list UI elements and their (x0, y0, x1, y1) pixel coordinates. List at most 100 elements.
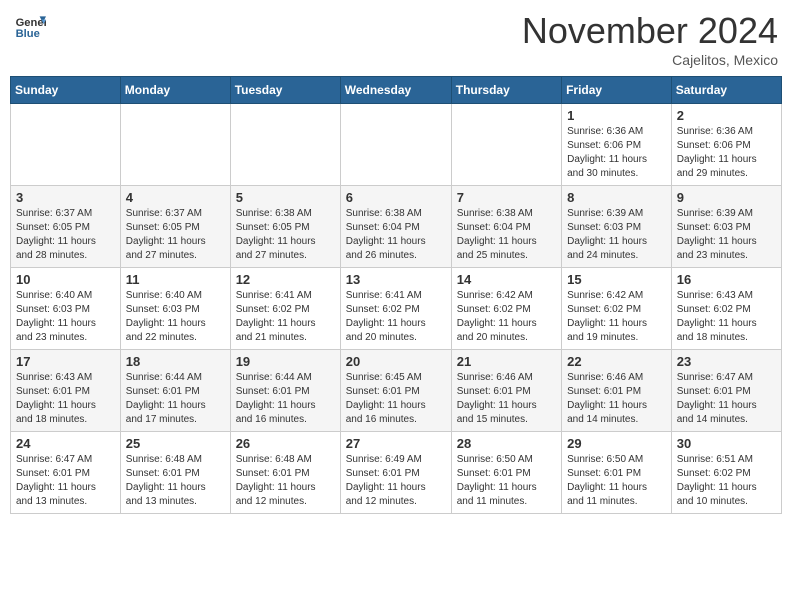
calendar-cell: 29 Sunrise: 6:50 AM Sunset: 6:01 PM Dayli… (562, 432, 672, 514)
day-number: 10 (16, 272, 115, 287)
weekday-header-sunday: Sunday (11, 77, 121, 104)
day-number: 19 (236, 354, 335, 369)
calendar-cell: 15 Sunrise: 6:42 AM Sunset: 6:02 PM Dayli… (562, 268, 672, 350)
day-info: Sunrise: 6:49 AM Sunset: 6:01 PM Dayligh… (346, 453, 446, 509)
day-number: 20 (346, 354, 446, 369)
calendar-cell: 9 Sunrise: 6:39 AM Sunset: 6:03 PM Daylig… (671, 186, 781, 268)
day-number: 14 (457, 272, 556, 287)
calendar-cell (340, 104, 451, 186)
day-info: Sunrise: 6:39 AM Sunset: 6:03 PM Dayligh… (677, 207, 776, 263)
day-info: Sunrise: 6:36 AM Sunset: 6:06 PM Dayligh… (567, 125, 666, 181)
calendar-cell: 8 Sunrise: 6:39 AM Sunset: 6:03 PM Daylig… (562, 186, 672, 268)
calendar-cell: 11 Sunrise: 6:40 AM Sunset: 6:03 PM Dayli… (120, 268, 230, 350)
logo: General Blue (14, 10, 50, 42)
day-info: Sunrise: 6:46 AM Sunset: 6:01 PM Dayligh… (457, 371, 556, 427)
day-number: 1 (567, 108, 666, 123)
calendar-cell (451, 104, 561, 186)
day-number: 15 (567, 272, 666, 287)
day-number: 29 (567, 436, 666, 451)
calendar-cell: 25Sunrise: 6:48 AM Sunset: 6:01 PM Dayli… (120, 432, 230, 514)
day-info: Sunrise: 6:41 AM Sunset: 6:02 PM Dayligh… (346, 289, 446, 345)
day-info: Sunrise: 6:44 AM Sunset: 6:01 PM Dayligh… (126, 371, 225, 427)
weekday-header-tuesday: Tuesday (230, 77, 340, 104)
calendar-cell: 2 Sunrise: 6:36 AM Sunset: 6:06 PM Daylig… (671, 104, 781, 186)
month-title: November 2024 (522, 10, 778, 52)
day-number: 30 (677, 436, 776, 451)
day-number: 12 (236, 272, 335, 287)
day-number: 27 (346, 436, 446, 451)
page-header: General Blue November 2024 Cajelitos, Me… (10, 10, 782, 68)
day-number: 9 (677, 190, 776, 205)
calendar-cell: 27 Sunrise: 6:49 AM Sunset: 6:01 PM Dayli… (340, 432, 451, 514)
day-info: Sunrise: 6:48 AM Sunset: 6:01 PM Dayligh… (236, 453, 335, 509)
day-info: Sunrise: 6:51 AM Sunset: 6:02 PM Dayligh… (677, 453, 776, 509)
day-info: Sunrise: 6:43 AM Sunset: 6:01 PM Dayligh… (16, 371, 115, 427)
calendar-cell: 24 Sunrise: 6:47 AM Sunset: 6:01 PM Dayli… (11, 432, 121, 514)
day-number: 17 (16, 354, 115, 369)
week-row-4: 17 Sunrise: 6:43 AM Sunset: 6:01 PM Dayli… (11, 350, 782, 432)
calendar-cell: 22Sunrise: 6:46 AM Sunset: 6:01 PM Dayli… (562, 350, 672, 432)
day-number: 26 (236, 436, 335, 451)
week-row-1: 1 Sunrise: 6:36 AM Sunset: 6:06 PM Daylig… (11, 104, 782, 186)
day-info: Sunrise: 6:40 AM Sunset: 6:03 PM Dayligh… (126, 289, 225, 345)
weekday-header-monday: Monday (120, 77, 230, 104)
calendar-cell (120, 104, 230, 186)
calendar-cell: 6Sunrise: 6:38 AM Sunset: 6:04 PM Daylig… (340, 186, 451, 268)
day-info: Sunrise: 6:41 AM Sunset: 6:02 PM Dayligh… (236, 289, 335, 345)
week-row-3: 10 Sunrise: 6:40 AM Sunset: 6:03 PM Dayli… (11, 268, 782, 350)
day-info: Sunrise: 6:45 AM Sunset: 6:01 PM Dayligh… (346, 371, 446, 427)
day-number: 16 (677, 272, 776, 287)
calendar-cell: 7Sunrise: 6:38 AM Sunset: 6:04 PM Daylig… (451, 186, 561, 268)
weekday-header-wednesday: Wednesday (340, 77, 451, 104)
calendar-cell: 18 Sunrise: 6:44 AM Sunset: 6:01 PM Dayli… (120, 350, 230, 432)
day-number: 4 (126, 190, 225, 205)
day-info: Sunrise: 6:44 AM Sunset: 6:01 PM Dayligh… (236, 371, 335, 427)
calendar-cell: 30 Sunrise: 6:51 AM Sunset: 6:02 PM Dayli… (671, 432, 781, 514)
day-info: Sunrise: 6:38 AM Sunset: 6:05 PM Dayligh… (236, 207, 335, 263)
calendar-cell: 13 Sunrise: 6:41 AM Sunset: 6:02 PM Dayli… (340, 268, 451, 350)
day-info: Sunrise: 6:42 AM Sunset: 6:02 PM Dayligh… (567, 289, 666, 345)
day-number: 6 (346, 190, 446, 205)
calendar-cell: 20 Sunrise: 6:45 AM Sunset: 6:01 PM Dayli… (340, 350, 451, 432)
svg-text:Blue: Blue (16, 28, 40, 40)
weekday-header-row: SundayMondayTuesdayWednesdayThursdayFrid… (11, 77, 782, 104)
day-info: Sunrise: 6:50 AM Sunset: 6:01 PM Dayligh… (457, 453, 556, 509)
day-number: 13 (346, 272, 446, 287)
day-info: Sunrise: 6:50 AM Sunset: 6:01 PM Dayligh… (567, 453, 666, 509)
day-number: 3 (16, 190, 115, 205)
calendar-cell: 26 Sunrise: 6:48 AM Sunset: 6:01 PM Dayli… (230, 432, 340, 514)
weekday-header-friday: Friday (562, 77, 672, 104)
calendar-cell (230, 104, 340, 186)
calendar-cell: 19 Sunrise: 6:44 AM Sunset: 6:01 PM Dayli… (230, 350, 340, 432)
day-number: 24 (16, 436, 115, 451)
calendar-cell (11, 104, 121, 186)
day-info: Sunrise: 6:47 AM Sunset: 6:01 PM Dayligh… (677, 371, 776, 427)
day-number: 2 (677, 108, 776, 123)
day-info: Sunrise: 6:47 AM Sunset: 6:01 PM Dayligh… (16, 453, 115, 509)
day-number: 5 (236, 190, 335, 205)
day-info: Sunrise: 6:43 AM Sunset: 6:02 PM Dayligh… (677, 289, 776, 345)
logo-icon: General Blue (14, 10, 46, 42)
calendar-cell: 4 Sunrise: 6:37 AM Sunset: 6:05 PM Daylig… (120, 186, 230, 268)
title-block: November 2024 Cajelitos, Mexico (522, 10, 778, 68)
day-info: Sunrise: 6:42 AM Sunset: 6:02 PM Dayligh… (457, 289, 556, 345)
day-number: 18 (126, 354, 225, 369)
day-number: 8 (567, 190, 666, 205)
day-info: Sunrise: 6:39 AM Sunset: 6:03 PM Dayligh… (567, 207, 666, 263)
calendar-cell: 3 Sunrise: 6:37 AM Sunset: 6:05 PM Daylig… (11, 186, 121, 268)
day-info: Sunrise: 6:37 AM Sunset: 6:05 PM Dayligh… (16, 207, 115, 263)
calendar-cell: 5 Sunrise: 6:38 AM Sunset: 6:05 PM Daylig… (230, 186, 340, 268)
calendar-cell: 14 Sunrise: 6:42 AM Sunset: 6:02 PM Dayli… (451, 268, 561, 350)
calendar-cell: 1 Sunrise: 6:36 AM Sunset: 6:06 PM Daylig… (562, 104, 672, 186)
week-row-5: 24 Sunrise: 6:47 AM Sunset: 6:01 PM Dayli… (11, 432, 782, 514)
day-info: Sunrise: 6:36 AM Sunset: 6:06 PM Dayligh… (677, 125, 776, 181)
day-info: Sunrise: 6:40 AM Sunset: 6:03 PM Dayligh… (16, 289, 115, 345)
day-number: 11 (126, 272, 225, 287)
location: Cajelitos, Mexico (522, 52, 778, 68)
day-number: 28 (457, 436, 556, 451)
day-info: Sunrise: 6:48 AM Sunset: 6:01 PM Dayligh… (126, 453, 225, 509)
day-number: 23 (677, 354, 776, 369)
calendar-cell: 28 Sunrise: 6:50 AM Sunset: 6:01 PM Dayli… (451, 432, 561, 514)
day-info: Sunrise: 6:37 AM Sunset: 6:05 PM Dayligh… (126, 207, 225, 263)
calendar-cell: 12 Sunrise: 6:41 AM Sunset: 6:02 PM Dayli… (230, 268, 340, 350)
